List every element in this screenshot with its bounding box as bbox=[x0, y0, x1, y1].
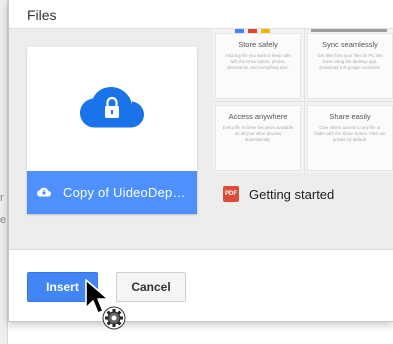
divider bbox=[213, 101, 393, 102]
color-bar bbox=[311, 29, 387, 32]
file-card[interactable]: Store safely Add any file you want to ke… bbox=[213, 29, 393, 215]
preview-tile-title: Store safely bbox=[238, 40, 278, 49]
preview-tile-body: Add any file you want to keep safe with … bbox=[225, 53, 291, 70]
background-page: r e bbox=[0, 0, 8, 344]
file-card-footer: Copy of UideoDepot... bbox=[27, 171, 197, 214]
preview-tile: Access anywhere Every file in Drive beco… bbox=[215, 105, 301, 171]
file-grid[interactable]: Copy of UideoDepot... Store safely Add a… bbox=[9, 28, 393, 250]
background-text: r bbox=[0, 192, 4, 204]
preview-tile-title: Share easily bbox=[329, 112, 371, 121]
preview-tile: Store safely Add any file you want to ke… bbox=[215, 33, 301, 99]
preview-tile-body: Give others access to any file or folder… bbox=[314, 125, 386, 142]
dialog-title: Files bbox=[27, 7, 57, 23]
pdf-icon: PDF bbox=[223, 186, 239, 202]
file-name: Copy of UideoDepot... bbox=[63, 185, 191, 200]
file-name: Getting started bbox=[249, 186, 335, 202]
busy-cursor-icon bbox=[85, 279, 126, 330]
background-text: e bbox=[0, 214, 7, 226]
preview-tile-body: Get files from your files on PC into Dri… bbox=[317, 53, 383, 70]
file-thumbnail bbox=[27, 47, 197, 171]
preview-tile: Share easily Give others access to any f… bbox=[307, 105, 393, 171]
file-card-selected[interactable]: Copy of UideoDepot... bbox=[27, 47, 197, 214]
preview-tile: Sync seamlessly Get files from your file… bbox=[307, 33, 393, 99]
preview-tile-title: Sync seamlessly bbox=[322, 40, 378, 49]
file-picker-dialog: Files Copy of UideoDepot... Store safely… bbox=[8, 0, 393, 322]
file-thumbnail: Store safely Add any file you want to ke… bbox=[213, 29, 393, 173]
divider bbox=[304, 29, 305, 173]
file-card-footer: PDF Getting started bbox=[213, 173, 393, 215]
lock-cloud-icon bbox=[80, 87, 144, 128]
lock-cloud-icon bbox=[37, 187, 51, 197]
preview-tile-body: Every file in Drive becomes available on… bbox=[222, 125, 294, 142]
preview-tile-title: Access anywhere bbox=[228, 112, 288, 121]
